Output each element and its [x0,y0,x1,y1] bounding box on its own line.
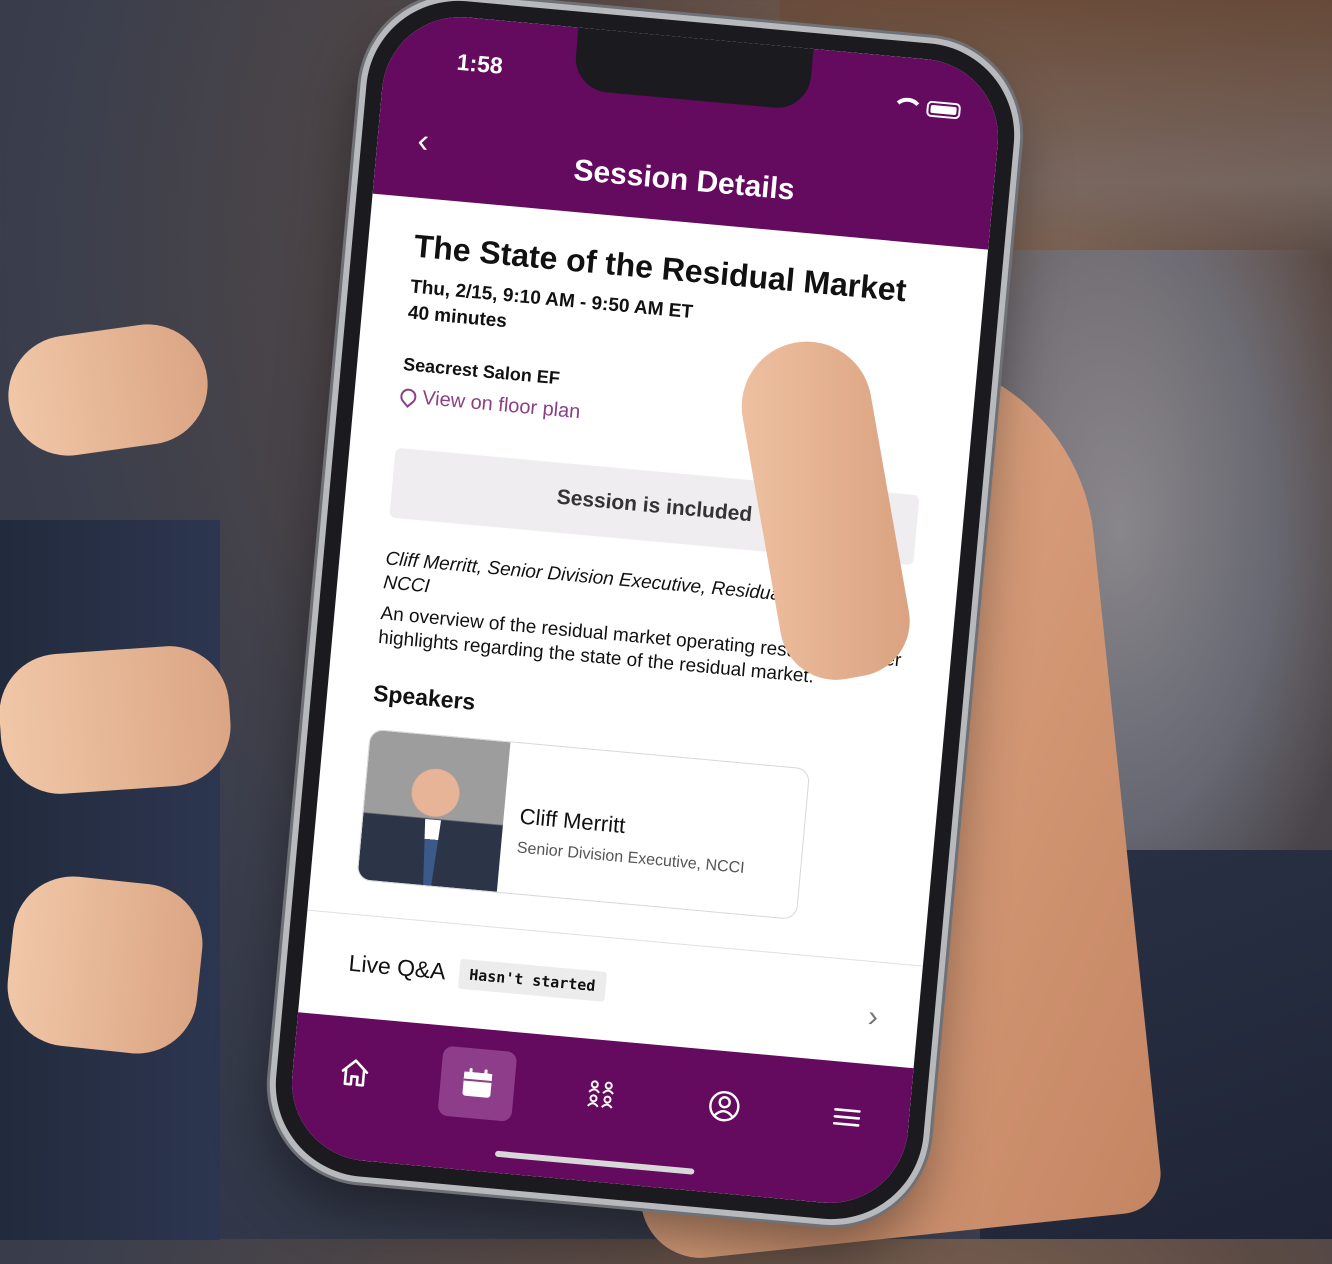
live-qa-status-badge: Hasn't started [458,958,607,1002]
tab-attendees[interactable] [561,1057,641,1133]
battery-icon [925,100,962,120]
speaker-info: Cliff Merritt Senior Division Executive,… [497,742,754,914]
menu-icon [833,1108,861,1127]
home-indicator [494,1150,695,1175]
live-qa-label: Live Q&A [347,949,447,985]
floor-plan-label: View on floor plan [421,386,582,424]
speaker-avatar [357,729,511,892]
finger [0,316,216,464]
calendar-icon [462,1068,493,1098]
chevron-right-icon[interactable]: › [866,1000,880,1035]
wifi-icon [890,96,918,116]
finger [1,870,209,1060]
status-icons [890,96,962,120]
status-time: 1:58 [455,48,504,79]
profile-icon [708,1090,740,1122]
home-icon [341,1059,369,1087]
tab-home[interactable] [315,1034,395,1110]
tab-menu[interactable] [807,1079,887,1155]
live-qa-row[interactable]: Live Q&A Hasn't started [347,948,874,1026]
attendees-icon [587,1080,614,1109]
notch [572,27,814,111]
tab-profile[interactable] [684,1068,764,1144]
speaker-card[interactable]: Cliff Merritt Senior Division Executive,… [356,728,811,920]
finger [0,642,235,798]
tab-schedule[interactable] [437,1045,518,1123]
map-pin-icon [397,385,420,409]
